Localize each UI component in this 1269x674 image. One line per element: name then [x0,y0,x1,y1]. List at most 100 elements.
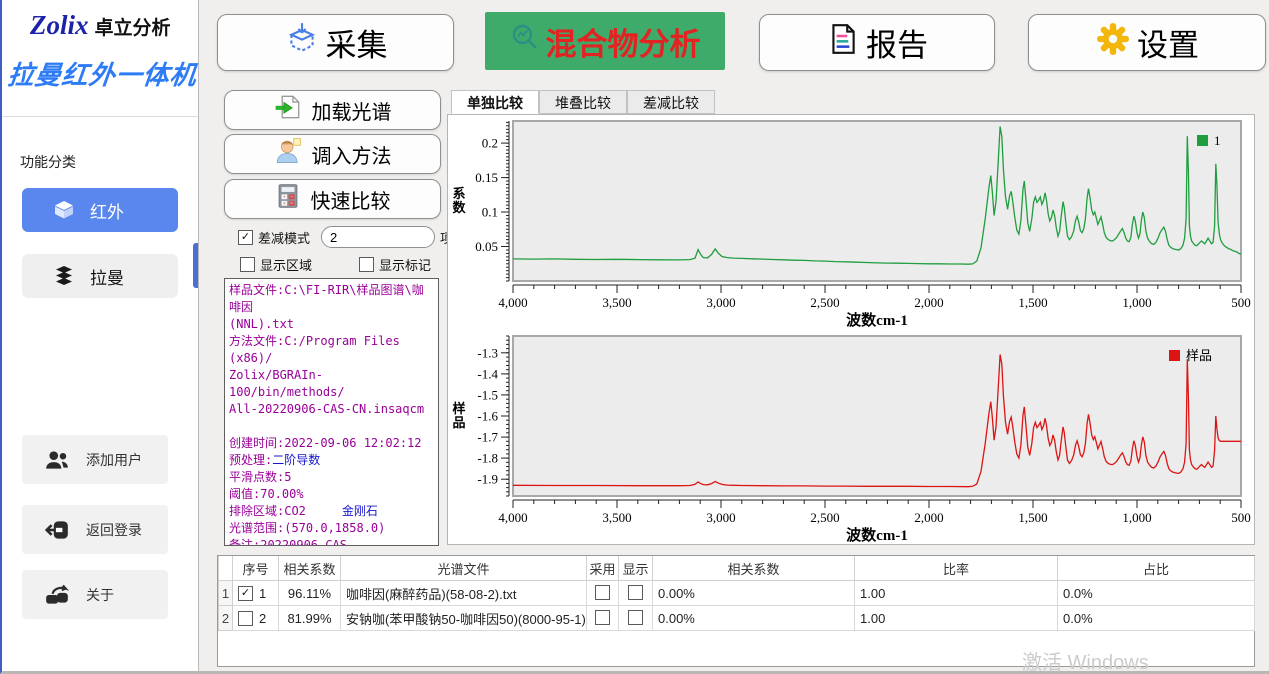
layers-icon [52,264,76,288]
col-seq: 序号 [233,556,279,581]
svg-text:样: 样 [452,401,465,416]
sidebar-item-add-user[interactable]: 添加用户 [22,435,168,484]
svg-text:4,000: 4,000 [498,295,527,310]
load-spectrum-button[interactable]: 加载光谱 [224,90,441,130]
info-remark: 备注:20220906-CAS [229,537,434,546]
info-sample-file: 样品文件:C:\FI-RIR\样品图谱\咖啡因 [229,282,434,316]
sidebar-item-label: 红外 [90,198,124,223]
col-adopt: 采用 [587,556,619,581]
svg-text:1,500: 1,500 [1018,510,1047,525]
tab-subtract-compare[interactable]: 差减比较 [627,90,715,114]
correlation2-value: 0.00% [653,581,855,606]
windows-activation-watermark: 激活 Windows [1022,646,1149,674]
sidebar-item-label: 添加用户 [86,450,142,470]
subtract-mode-checkbox[interactable]: ✓ [238,230,253,245]
sidebar: Zolix卓立分析 拉曼红外一体机 功能分类 红外 拉曼 添加用户 [2,0,199,671]
svg-text:-1.9: -1.9 [477,472,498,487]
svg-text:3,500: 3,500 [602,510,631,525]
seq-checkbox[interactable] [238,611,253,626]
show-marker-label: 显示标记 [379,255,431,274]
spectrum-file-name: 咖啡因(麻醉药品)(58-08-2).txt [341,581,587,606]
adopt-checkbox[interactable] [595,585,610,600]
report-document-icon [826,22,860,64]
sidebar-item-label: 关于 [86,585,114,605]
load-spectrum-icon [274,93,302,127]
gear-icon [1095,21,1131,65]
col-correlation2: 相关系数 [653,556,855,581]
collect-button[interactable]: 采集 [217,14,454,71]
table-row[interactable]: 1 ✓1 96.11% 咖啡因(麻醉药品)(58-08-2).txt 0.00%… [219,581,1255,606]
svg-text:品: 品 [452,415,465,430]
col-spectrum-file: 光谱文件 [341,556,587,581]
svg-text:=: = [290,201,293,207]
tab-stack-compare[interactable]: 堆叠比较 [539,90,627,114]
quick-compare-label: 快速比较 [311,185,391,214]
svg-text:2,000: 2,000 [914,510,943,525]
sidebar-item-label: 返回登录 [86,520,142,540]
brand-logo-text: Zolix [30,10,89,40]
report-label: 报告 [866,20,928,65]
seq-value: 1 [259,586,266,601]
col-show: 显示 [619,556,653,581]
load-spectrum-label: 加载光谱 [312,96,392,125]
show-marker-checkbox[interactable] [359,257,374,272]
info-threshold: 阈值:70.00% [229,486,434,503]
svg-text:-1.7: -1.7 [477,430,498,445]
show-checkbox[interactable] [628,610,643,625]
report-button[interactable]: 报告 [759,14,995,71]
mixture-analysis-button[interactable]: 混合物分析 [485,12,725,70]
row-number: 1 [219,581,233,606]
svg-text:×: × [282,201,285,207]
calculator-icon: +−×= [275,183,301,215]
svg-text:500: 500 [1231,510,1251,525]
info-exclude-value: 金刚石 [342,504,378,518]
table-row[interactable]: 2 2 81.99% 安钠咖(苯甲酸钠50-咖啡因50)(8000-95-1).… [219,606,1255,631]
svg-text:系: 系 [452,186,465,201]
svg-text:1,000: 1,000 [1122,295,1151,310]
ratio-value: 1.00 [855,606,1058,631]
mixture-analysis-label: 混合物分析 [546,19,701,64]
info-method-file-2: Zolix/BGRAIn-100/bin/methods/ [229,367,434,401]
svg-text:0.15: 0.15 [475,170,498,185]
quick-compare-button[interactable]: +−×= 快速比较 [224,179,441,219]
row-number: 2 [219,606,233,631]
about-icon [44,582,70,608]
settings-button[interactable]: 设置 [1028,14,1266,71]
sidebar-item-raman[interactable]: 拉曼 [22,254,178,298]
tab-label: 差减比较 [643,95,699,111]
show-checkbox[interactable] [628,585,643,600]
share-value: 0.0% [1058,606,1255,631]
svg-text:1,500: 1,500 [1018,295,1047,310]
correlation2-value: 0.00% [653,606,855,631]
sidebar-item-label: 拉曼 [90,264,124,289]
info-create-time: 创建时间:2022-09-06 12:02:12 [229,435,434,452]
show-region-checkbox[interactable] [240,257,255,272]
info-exclude-region: 排除区域:CO2金刚石 [229,503,434,520]
tab-single-compare[interactable]: 单独比较 [451,90,539,114]
subtract-mode-label: 差减模式 [258,228,310,247]
adopt-checkbox[interactable] [595,610,610,625]
svg-text:0.1: 0.1 [482,205,498,220]
spectrum-file-name: 安钠咖(苯甲酸钠50-咖啡因50)(8000-95-1).txt [341,606,587,631]
method-info-panel: 样品文件:C:\FI-RIR\样品图谱\咖啡因 (NNL).txt 方法文件:C… [224,278,439,546]
sample-spectrum-chart[interactable]: -1.3-1.4-1.5-1.6-1.7-1.8-1.94,0003,5003,… [448,330,1254,545]
svg-text:0.2: 0.2 [482,136,498,151]
logout-arrow-icon [44,517,70,543]
svg-text:3,000: 3,000 [706,295,735,310]
svg-text:3,000: 3,000 [706,510,735,525]
subtract-count-input[interactable] [321,226,435,248]
sidebar-item-about[interactable]: 关于 [22,570,168,619]
load-method-button[interactable]: 调入方法 [224,134,441,174]
ratio-value: 1.00 [855,581,1058,606]
load-method-label: 调入方法 [312,140,392,169]
library-spectrum-chart[interactable]: 0.050.10.150.24,0003,5003,0002,5002,0001… [448,115,1254,330]
sidebar-item-infrared[interactable]: 红外 [22,188,178,232]
info-sample-file-2: (NNL).txt [229,316,434,333]
app-window: Zolix卓立分析 拉曼红外一体机 功能分类 红外 拉曼 添加用户 [0,0,1269,674]
product-name: 拉曼红外一体机 [6,55,200,92]
svg-text:样品: 样品 [1186,348,1212,363]
seq-checkbox[interactable]: ✓ [238,586,253,601]
svg-text:2,500: 2,500 [810,295,839,310]
collect-cube-icon [284,21,320,65]
sidebar-item-back-to-login[interactable]: 返回登录 [22,505,168,554]
